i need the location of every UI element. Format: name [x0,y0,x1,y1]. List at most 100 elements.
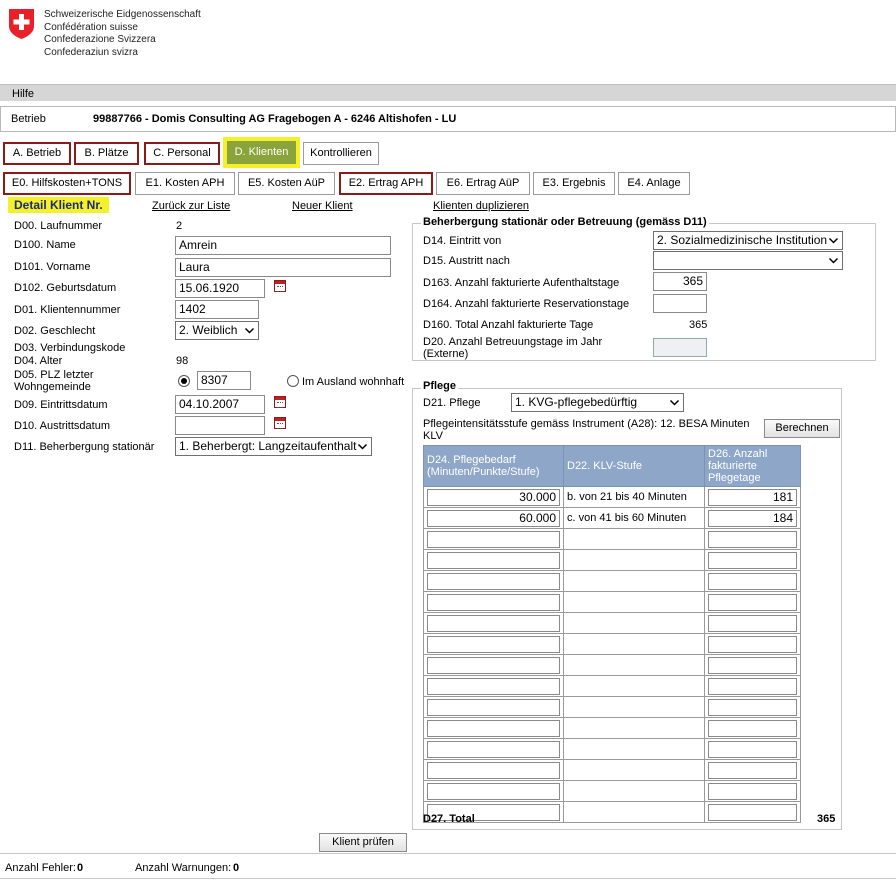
d10-label: D10. Austrittsdatum [14,420,110,432]
pflegetage-input[interactable] [708,761,797,779]
betrieb-label: Betrieb [11,113,46,125]
klv-stufe-cell [563,633,705,655]
bottom-divider [0,878,896,879]
pflegetage-cell [704,612,801,634]
d15-label: D15. Austritt nach [423,255,510,267]
tab-betrieb[interactable]: A. Betrieb [3,142,71,165]
pflegetage-input[interactable]: 184 [708,509,797,527]
pflegetage-cell [704,654,801,676]
d05-radio-ausland[interactable] [287,375,299,387]
table-row: 30.000 b. von 21 bis 40 Minuten 181 [423,486,801,508]
pflegebedarf-input[interactable] [427,635,560,653]
d15-austritt-select[interactable] [653,251,843,270]
pflegebedarf-input[interactable] [427,740,560,758]
tab-kontrollieren[interactable]: Kontrollieren [303,142,379,165]
warnungen-label: Anzahl Warnungen: [135,862,232,874]
calendar-icon[interactable] [274,417,286,429]
d100-name-input[interactable]: Amrein [175,236,391,255]
pflegebedarf-input[interactable] [427,698,560,716]
table-row [423,717,801,739]
d164-reservationstage-input[interactable] [653,294,707,313]
pflegetage-input[interactable] [708,677,797,695]
pflegetage-input[interactable] [708,698,797,716]
chevron-down-icon [669,399,680,406]
d05-plz-input[interactable]: 8307 [197,371,251,390]
pflegebedarf-cell [423,780,564,802]
d21-pflege-select[interactable]: 1. KVG-pflegebedürftig [511,393,684,412]
tab-e5-kosten-aup[interactable]: E5. Kosten AüP [238,172,335,195]
tab-e3-ergebnis[interactable]: E3. Ergebnis [533,172,615,195]
chevron-down-icon [244,327,255,334]
pflegebedarf-cell [423,696,564,718]
pflegebedarf-input[interactable] [427,530,560,548]
calendar-icon[interactable] [274,280,286,292]
footer-bar: Anzahl Fehler: 0 Anzahl Warnungen: 0 [0,853,896,875]
duplicate-clients-link[interactable]: Klienten duplizieren [433,200,529,212]
klv-stufe-cell [563,801,705,823]
berechnen-button[interactable]: Berechnen [764,419,840,438]
pflegetage-input[interactable] [708,719,797,737]
chevron-down-icon [828,257,839,264]
pflegetage-input[interactable] [708,572,797,590]
new-client-link[interactable]: Neuer Klient [292,200,353,212]
d163-label: D163. Anzahl fakturierte Aufenthaltstage [423,277,620,289]
pflegetage-input[interactable] [708,635,797,653]
pflegetage-input[interactable] [708,593,797,611]
pflegebedarf-input[interactable] [427,614,560,632]
pflegebedarf-input[interactable] [427,761,560,779]
pflegetage-input[interactable] [708,614,797,632]
calendar-icon[interactable] [274,396,286,408]
klv-stufe-cell [563,780,705,802]
pflegetage-cell [704,759,801,781]
tab-plaetze[interactable]: B. Plätze [74,142,139,165]
pflegetage-cell [704,570,801,592]
pflegebedarf-input[interactable] [427,719,560,737]
pflegebedarf-input[interactable] [427,656,560,674]
tab-e0-hilfskosten[interactable]: E0. Hilfskosten+TONS [3,172,131,195]
d101-vorname-input[interactable]: Laura [175,258,391,277]
d102-geburtsdatum-input[interactable]: 15.06.1920 [175,279,265,298]
d09-eintrittsdatum-input[interactable]: 04.10.2007 [175,395,265,414]
pflegetage-input[interactable] [708,782,797,800]
tab-klienten[interactable]: D. Klienten [223,137,300,168]
betrieb-value: 99887766 - Domis Consulting AG Frageboge… [93,113,457,125]
d01-klientennummer-input[interactable]: 1402 [175,300,259,319]
pflegebedarf-input[interactable] [427,782,560,800]
pflegebedarf-input[interactable]: 60.000 [427,509,560,527]
pflegebedarf-input[interactable] [427,551,560,569]
pflegebedarf-input[interactable] [427,572,560,590]
d11-beherbergung-select[interactable]: 1. Beherbergt: Langzeitaufenthalt [175,437,372,456]
d163-aufenthaltstage-input[interactable]: 365 [653,272,707,291]
menu-hilfe[interactable]: Hilfe [12,88,34,100]
d14-selected: 2. Sozialmedizinische Institution [657,233,828,247]
pflegebedarf-cell [423,675,564,697]
pflegetage-input[interactable] [708,803,797,821]
pflegetage-cell: 184 [704,507,801,529]
back-to-list-link[interactable]: Zurück zur Liste [152,200,230,212]
tab-e2-ertrag-aph[interactable]: E2. Ertrag APH [339,172,433,195]
d02-geschlecht-select[interactable]: 2. Weiblich [175,321,259,340]
d10-austrittsdatum-input[interactable] [175,416,265,435]
d00-label: D00. Laufnummer [14,220,103,232]
klient-pruefen-button[interactable]: Klient prüfen [319,833,407,852]
government-name: Schweizerische Eidgenossenschaft Confédé… [44,9,201,59]
pflegebedarf-input[interactable] [427,593,560,611]
pflegetage-input[interactable]: 181 [708,488,797,506]
pflegetage-input[interactable] [708,551,797,569]
d14-eintritt-select[interactable]: 2. Sozialmedizinische Institution [653,231,843,250]
klv-stufe-cell [563,738,705,760]
d164-label: D164. Anzahl fakturierte Reservationstag… [423,298,630,310]
d160-value: 365 [689,319,708,331]
pflegetage-input[interactable] [708,740,797,758]
tab-e4-anlage[interactable]: E4. Anlage [618,172,690,195]
tab-e6-ertrag-aup[interactable]: E6. Ertrag AüP [436,172,530,195]
tab-personal[interactable]: C. Personal [144,142,220,165]
pflegebedarf-cell: 30.000 [423,486,564,508]
pflegetage-input[interactable] [708,656,797,674]
pflegebedarf-input[interactable] [427,677,560,695]
pflegetage-input[interactable] [708,530,797,548]
tab-e1-kosten-aph[interactable]: E1. Kosten APH [135,172,235,195]
d05-radio-inland[interactable] [178,375,190,387]
d102-label: D102. Geburtsdatum [14,282,117,294]
pflegebedarf-input[interactable]: 30.000 [427,488,560,506]
